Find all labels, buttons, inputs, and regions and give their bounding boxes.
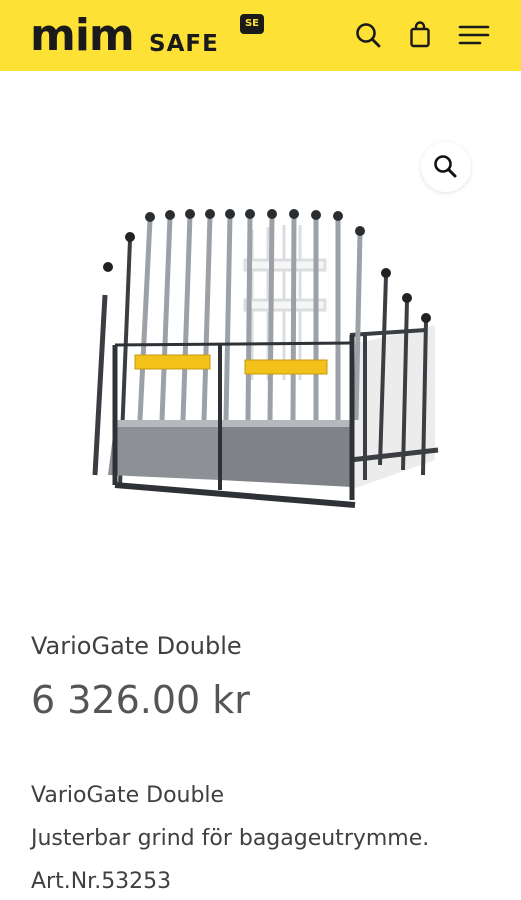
magnifier-icon xyxy=(434,155,457,178)
cart-button[interactable] xyxy=(404,19,436,51)
search-icon xyxy=(356,23,381,48)
search-button[interactable] xyxy=(352,19,384,51)
description-line: VarioGate Double xyxy=(31,783,225,808)
zoom-button[interactable] xyxy=(421,142,471,192)
menu-button[interactable] xyxy=(458,19,490,51)
site-header: mim SAFE SE xyxy=(0,0,521,71)
logo-subword: SAFE xyxy=(149,31,219,57)
description-line: Art.Nr.53253 xyxy=(31,869,172,894)
menu-icon xyxy=(458,25,490,45)
country-badge: SE xyxy=(240,14,264,34)
product-title: VarioGate Double xyxy=(31,632,242,660)
logo-wordmark: mim xyxy=(30,10,135,61)
shopping-bag-icon xyxy=(410,21,430,48)
product-price: 6 326.00 kr xyxy=(31,678,250,722)
product-photo[interactable] xyxy=(80,205,445,515)
dog-gate-illustration xyxy=(92,209,439,508)
description-line: Justerbar grind för bagageutrymme. xyxy=(31,826,430,851)
